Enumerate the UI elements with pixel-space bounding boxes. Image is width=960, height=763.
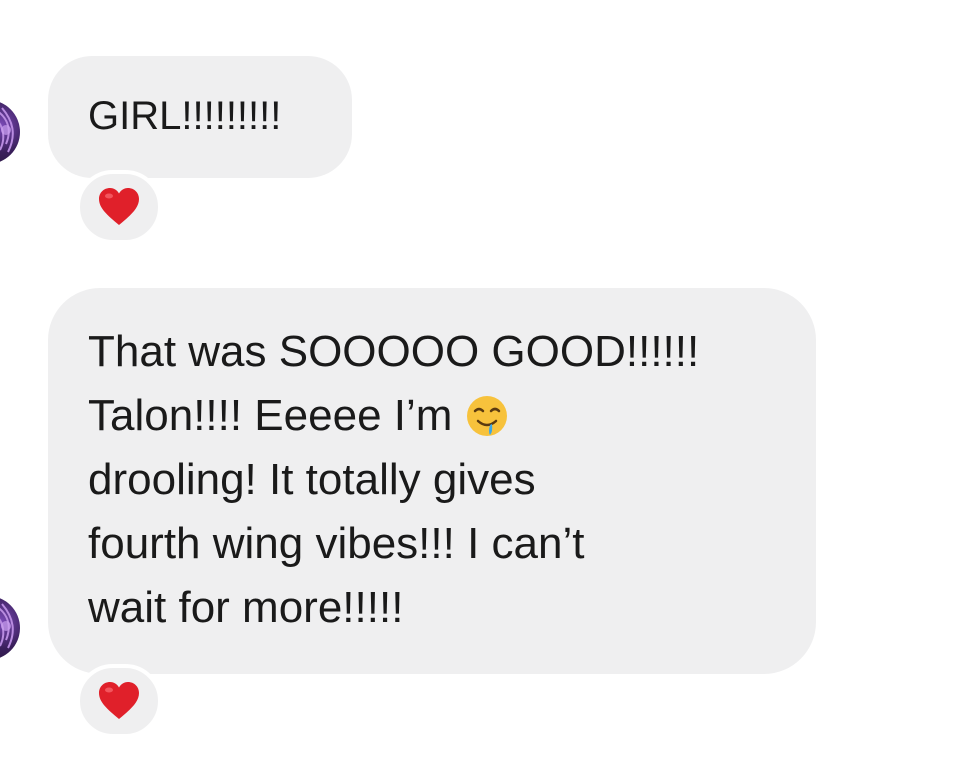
red-heart-icon (97, 187, 141, 227)
message-line: That was SOOOOO GOOD!!!!!! (88, 327, 700, 376)
message-line: fourth wing vibes!!! I can’t (88, 519, 585, 568)
message-line-text: Talon!!!! Eeeee I’m (88, 391, 453, 440)
message-bubble[interactable]: That was SOOOOO GOOD!!!!!! Talon!!!! Eee… (48, 288, 816, 674)
message-line: drooling! It totally gives (88, 455, 536, 504)
message-bubble[interactable]: GIRL!!!!!!!!! (48, 56, 352, 178)
reaction-badge[interactable] (76, 664, 162, 738)
sender-avatar[interactable] (0, 596, 20, 660)
drooling-face-icon (465, 392, 509, 436)
reaction-badge[interactable] (76, 170, 162, 244)
message-text: GIRL!!!!!!!!! (88, 94, 282, 138)
message-line: Talon!!!! Eeeee I’m (88, 384, 816, 448)
avatar-image (0, 603, 14, 649)
sender-avatar[interactable] (0, 100, 20, 164)
message-line: wait for more!!!!! (88, 583, 404, 632)
avatar-image (0, 107, 14, 153)
red-heart-icon (97, 681, 141, 721)
